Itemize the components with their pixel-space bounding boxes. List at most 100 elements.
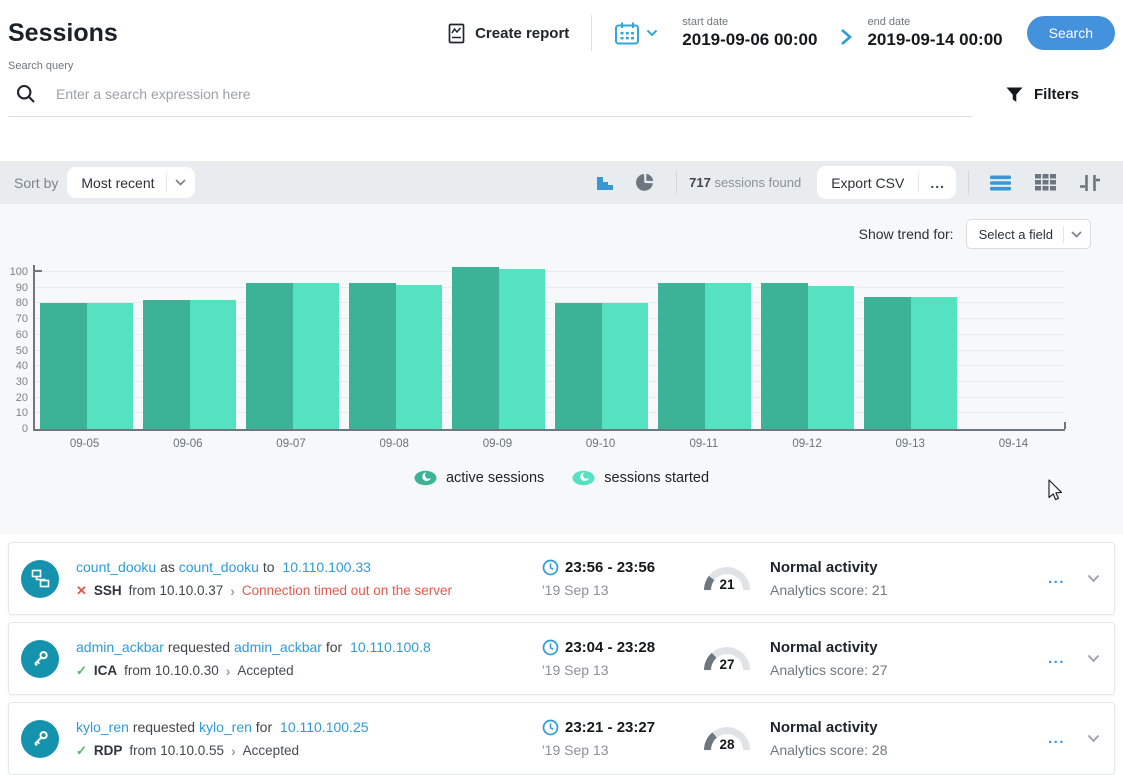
clock-icon (542, 719, 559, 736)
session-summary: admin_ackbar requested admin_ackbar for … (76, 639, 542, 679)
session-more-button[interactable]: ... (1048, 730, 1065, 747)
export-group: Export CSV ... (817, 166, 956, 199)
session-row[interactable]: kylo_ren requested kylo_ren for 10.110.1… (8, 702, 1115, 775)
session-verb: as (160, 559, 175, 575)
start-date-field[interactable]: start date 2019-09-06 00:00 (682, 16, 817, 51)
session-result: Accepted (243, 743, 299, 758)
chart-bar-active-sessions[interactable] (40, 303, 87, 429)
session-expand-button[interactable] (1087, 574, 1100, 583)
analytics-score-gauge: 21 (704, 567, 750, 591)
chart-bar-active-sessions[interactable] (452, 267, 499, 429)
search-input[interactable] (56, 86, 972, 102)
chart-bar-active-sessions[interactable] (864, 297, 911, 429)
pie-chart-icon (635, 173, 655, 193)
chart-bar-sessions-started[interactable] (602, 303, 649, 429)
chart-x-tick-label: 09-05 (33, 438, 136, 450)
chart-bar-active-sessions[interactable] (246, 283, 293, 429)
chevron-down-icon (1087, 734, 1100, 743)
sort-by-label: Sort by (14, 175, 58, 191)
session-source: from 10.10.0.30 (124, 663, 219, 678)
session-source: from 10.10.0.55 (129, 743, 224, 758)
chart-y-tick-label: 50 (0, 345, 28, 357)
chart-x-tick-label: 09-12 (755, 438, 858, 450)
chevron-down-icon (1087, 574, 1100, 583)
table-view-button[interactable] (1026, 174, 1065, 191)
chart-bar-sessions-started[interactable] (396, 285, 443, 429)
chart-x-tick-label: 09-10 (549, 438, 652, 450)
chart-bar-active-sessions[interactable] (658, 283, 705, 429)
chart-bar-sessions-started[interactable] (190, 300, 237, 429)
flow-view-button[interactable] (1071, 174, 1109, 192)
session-prep: to (263, 559, 275, 575)
session-user-link[interactable]: kylo_ren (76, 719, 129, 735)
session-time: 23:04 - 23:28 '19 Sep 13 (542, 639, 684, 678)
session-activity-title: Normal activity (770, 719, 1014, 736)
chart-bar-active-sessions[interactable] (555, 303, 602, 429)
session-target-link[interactable]: kylo_ren (199, 719, 252, 735)
network-icon (30, 568, 51, 589)
key-icon (30, 648, 51, 669)
bar-chart-view-button[interactable] (587, 174, 626, 191)
session-activity: Normal activity Analytics score: 28 (770, 719, 1014, 758)
chart-y-tick-label: 60 (0, 329, 28, 341)
chart-bar-sessions-started[interactable] (808, 286, 855, 429)
pie-chart-view-button[interactable] (626, 173, 664, 193)
show-trend-label: Show trend for: (859, 226, 954, 242)
chart-y-tick-label: 100 (0, 266, 28, 278)
start-date-value: 2019-09-06 00:00 (682, 29, 817, 50)
chevron-right-small-icon: › (230, 583, 235, 599)
chevron-down-icon (646, 29, 658, 37)
chart-bar-sessions-started[interactable] (87, 303, 134, 429)
check-icon: ✓ (76, 663, 87, 679)
session-host-link[interactable]: 10.110.100.33 (282, 559, 371, 575)
trend-field-select[interactable]: Select a field (966, 219, 1091, 249)
session-target-link[interactable]: count_dooku (179, 559, 259, 575)
session-row[interactable]: count_dooku as count_dooku to 10.110.100… (8, 542, 1115, 615)
search-icon (16, 84, 36, 104)
session-user-link[interactable]: admin_ackbar (76, 639, 164, 655)
chart-bar-active-sessions[interactable] (761, 283, 808, 429)
sort-select[interactable]: Most recent (67, 167, 194, 198)
session-expand-button[interactable] (1087, 734, 1100, 743)
toolbar-divider (676, 171, 677, 195)
start-date-label: start date (682, 16, 817, 30)
session-avatar (21, 720, 59, 758)
session-protocol: ICA (94, 663, 117, 678)
check-icon: ✓ (76, 743, 87, 759)
session-host-link[interactable]: 10.110.100.8 (350, 639, 431, 655)
create-report-button[interactable]: Create report (447, 23, 569, 44)
session-summary: kylo_ren requested kylo_ren for 10.110.1… (76, 719, 542, 759)
session-user-link[interactable]: count_dooku (76, 559, 156, 575)
session-expand-button[interactable] (1087, 654, 1100, 663)
export-more-button[interactable]: ... (919, 175, 956, 191)
export-csv-button[interactable]: Export CSV (817, 166, 918, 199)
chart-bar-group (241, 265, 344, 429)
filters-button[interactable]: Filters (1006, 86, 1079, 103)
session-target-link[interactable]: admin_ackbar (234, 639, 322, 655)
session-more-button[interactable]: ... (1048, 570, 1065, 587)
legend-item[interactable]: sessions started (572, 470, 709, 486)
session-verb: requested (133, 719, 195, 735)
session-host-link[interactable]: 10.110.100.25 (280, 719, 369, 735)
end-date-field[interactable]: end date 2019-09-14 00:00 (867, 16, 1002, 51)
chart-bar-active-sessions[interactable] (349, 283, 396, 429)
session-date: '19 Sep 13 (542, 742, 684, 758)
sessions-found-text: sessions found (714, 175, 801, 190)
calendar-picker-button[interactable] (614, 21, 658, 46)
session-row[interactable]: admin_ackbar requested admin_ackbar for … (8, 622, 1115, 695)
chart-y-tick-label: 90 (0, 282, 28, 294)
session-activity: Normal activity Analytics score: 21 (770, 559, 1014, 598)
chart-bar-sessions-started[interactable] (911, 297, 958, 429)
chart-bar-sessions-started[interactable] (293, 283, 340, 429)
legend-item[interactable]: active sessions (414, 470, 544, 486)
list-view-button[interactable] (981, 175, 1020, 191)
sessions-found-count: 717 (689, 175, 711, 190)
session-more-button[interactable]: ... (1048, 650, 1065, 667)
search-button[interactable]: Search (1027, 16, 1115, 50)
chart-bar-sessions-started[interactable] (705, 283, 752, 429)
chart-bar-active-sessions[interactable] (143, 300, 190, 429)
chart-x-tick-label: 09-06 (136, 438, 239, 450)
search-input-wrap (8, 84, 972, 117)
session-score-label: Analytics score: 21 (770, 582, 1014, 598)
chart-bar-sessions-started[interactable] (499, 269, 546, 429)
